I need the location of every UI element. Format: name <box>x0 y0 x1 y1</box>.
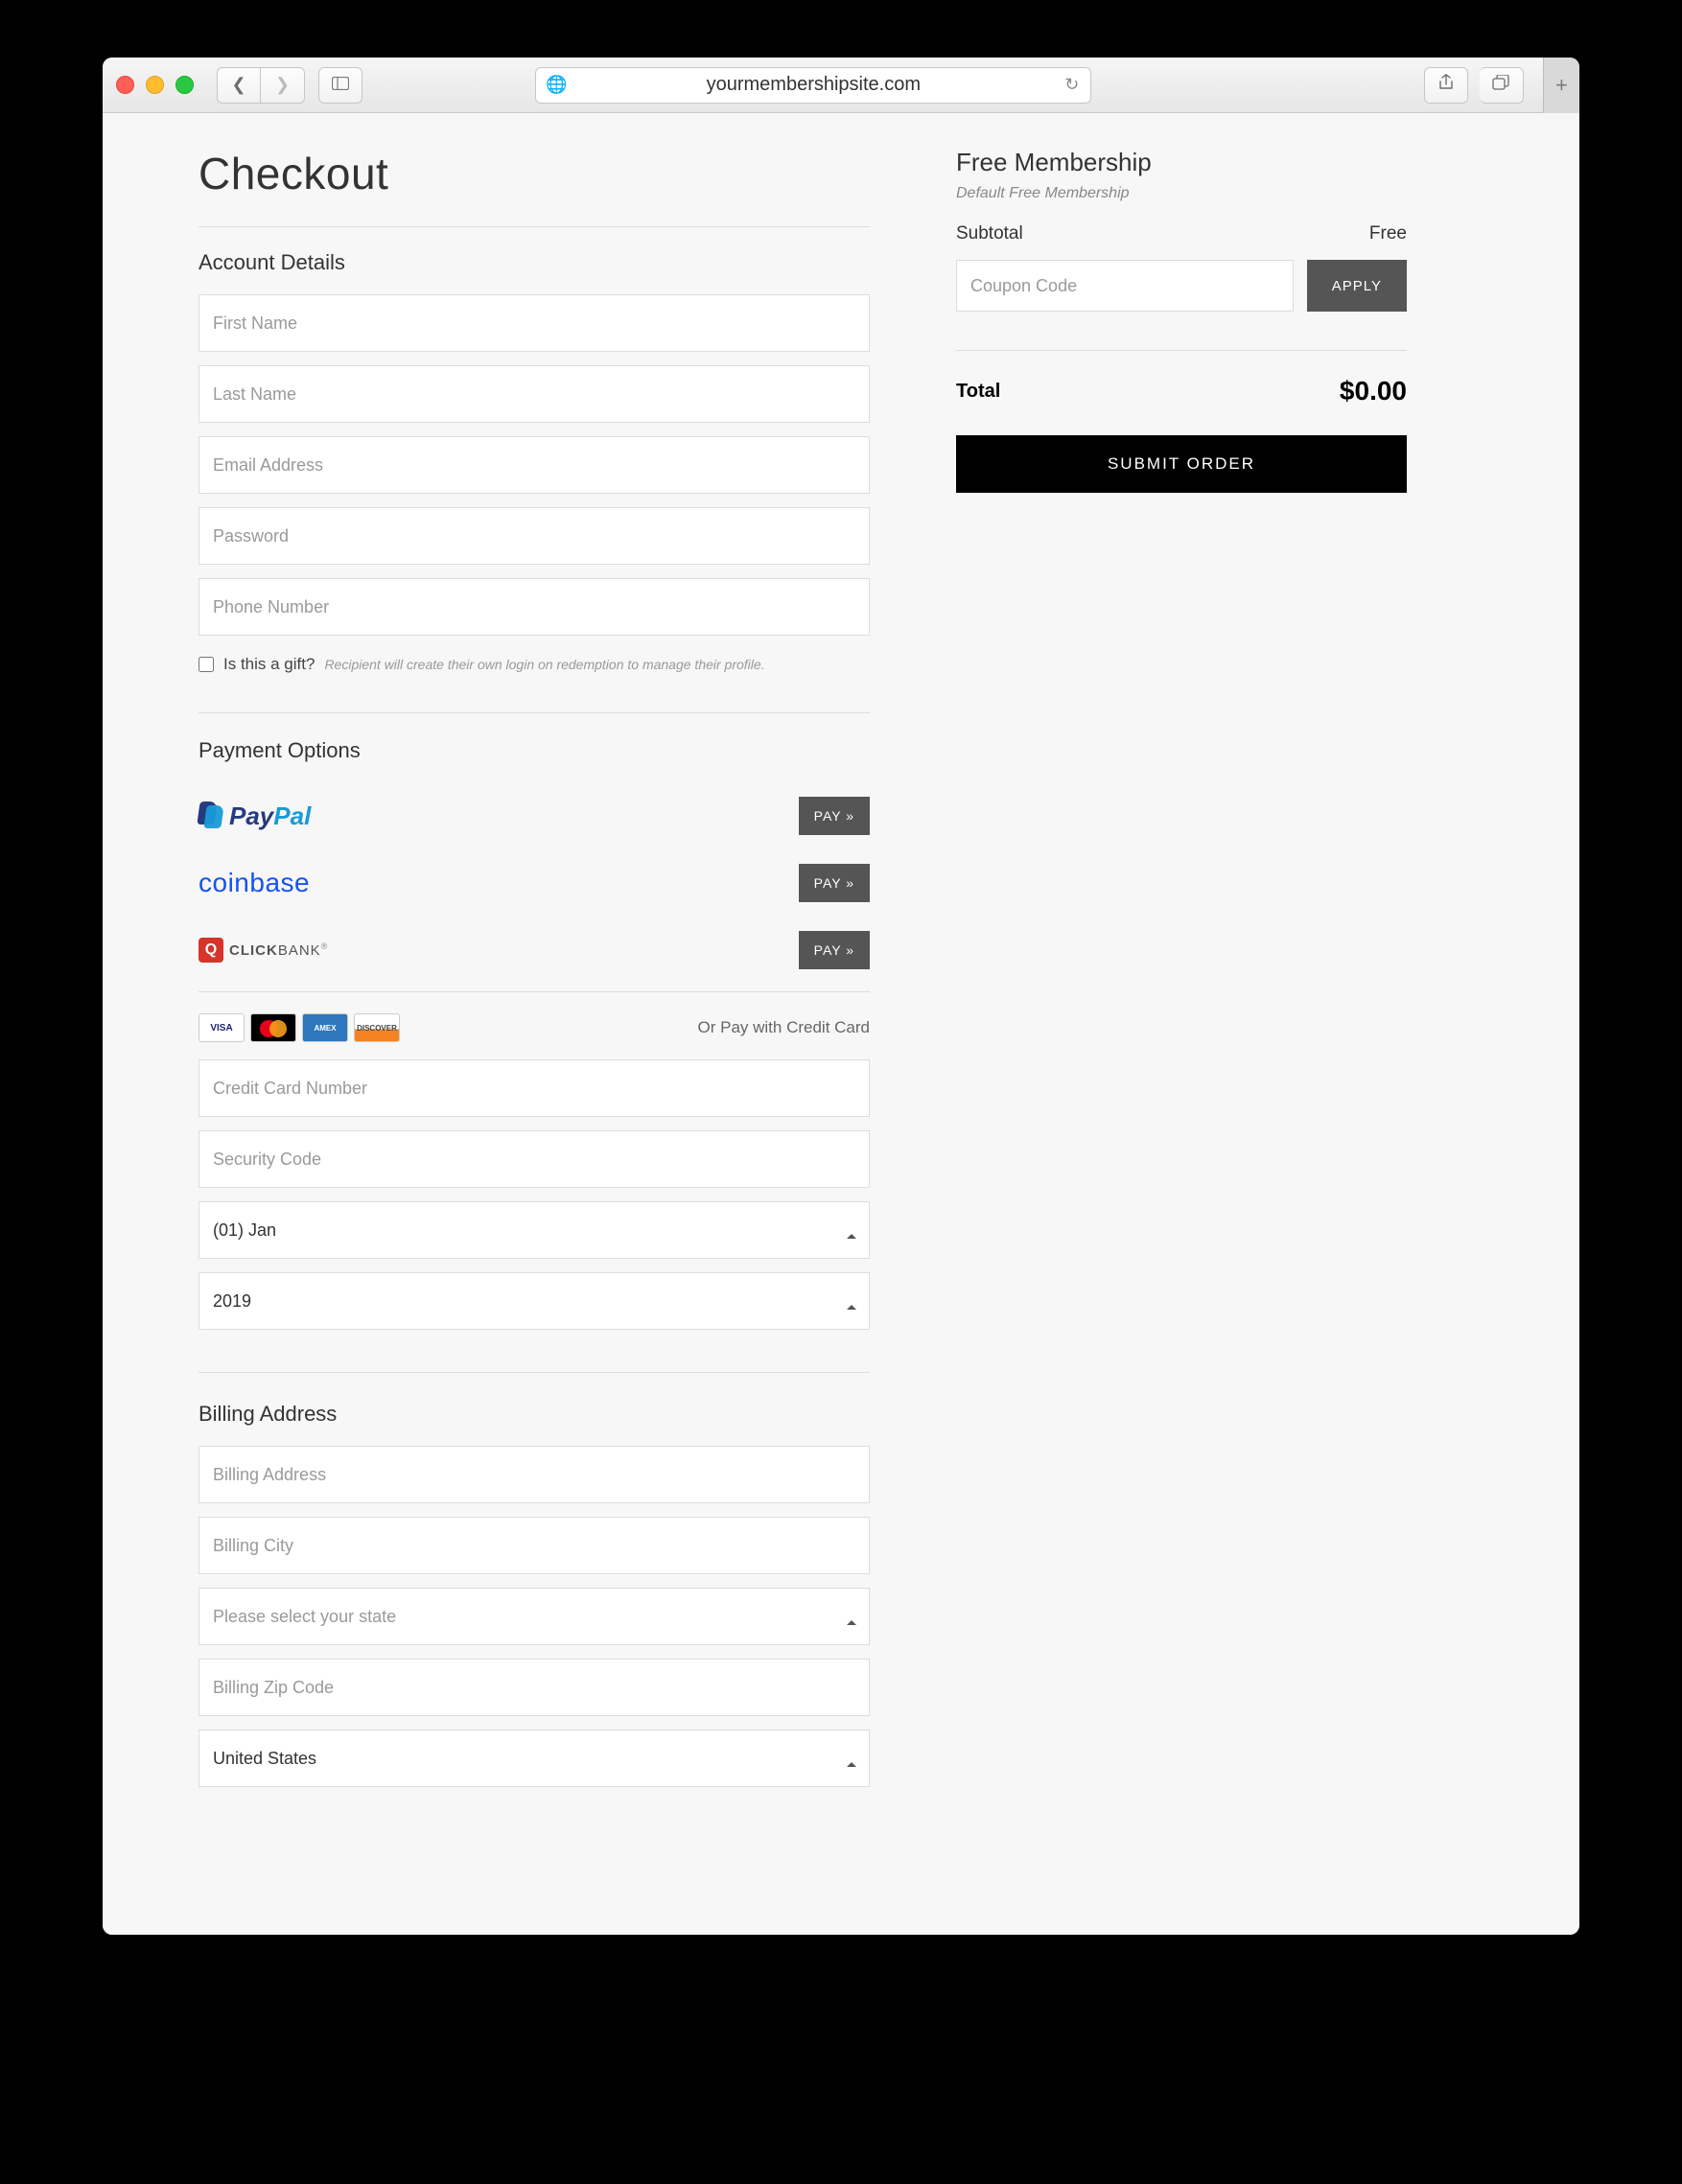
titlebar: ❮ ❯ 🌐 yourmembershipsite.com ↻ <box>103 58 1579 113</box>
browser-window: ❮ ❯ 🌐 yourmembershipsite.com ↻ <box>103 58 1579 1935</box>
close-window-icon[interactable] <box>116 76 134 94</box>
payment-row-coinbase: coinbase PAY » <box>199 849 870 917</box>
credit-card-header: VISA AMEX DISCOVER Or Pay with Credit Ca… <box>199 991 870 1042</box>
tabs-icon <box>1492 75 1509 95</box>
account-heading: Account Details <box>199 250 870 275</box>
cc-label: Or Pay with Credit Card <box>698 1018 871 1037</box>
pay-paypal-button[interactable]: PAY » <box>799 797 870 835</box>
sidebar-toggle-button[interactable] <box>318 67 362 104</box>
reload-icon[interactable]: ↻ <box>1064 75 1079 95</box>
billing-zip-input[interactable] <box>199 1659 870 1716</box>
submit-order-button[interactable]: SUBMIT ORDER <box>956 435 1407 493</box>
checkout-form: Checkout Account Details Is this a gift?… <box>199 148 870 1877</box>
divider <box>199 226 870 227</box>
amex-icon: AMEX <box>302 1013 348 1042</box>
back-button[interactable]: ❮ <box>217 67 261 104</box>
share-button[interactable] <box>1424 67 1468 104</box>
apply-coupon-button[interactable]: APPLY <box>1307 260 1407 312</box>
product-subtitle: Default Free Membership <box>956 185 1407 202</box>
chevron-right-icon: ❯ <box>275 75 290 95</box>
billing-section: Billing Address Please select your state… <box>199 1372 870 1801</box>
payment-row-paypal: PayPal PAY » <box>199 782 870 849</box>
payment-heading: Payment Options <box>199 738 870 763</box>
total-row: Total $0.00 <box>956 350 1407 407</box>
chevron-left-icon: ❮ <box>231 75 245 95</box>
subtotal-value: Free <box>1369 223 1407 244</box>
card-number-input[interactable] <box>199 1059 870 1117</box>
security-code-input[interactable] <box>199 1130 870 1188</box>
coupon-input[interactable] <box>956 260 1294 312</box>
minimize-window-icon[interactable] <box>146 76 164 94</box>
coinbase-logo: coinbase <box>199 868 310 898</box>
share-icon <box>1438 74 1454 96</box>
paypal-logo: PayPal <box>199 802 311 831</box>
first-name-input[interactable] <box>199 294 870 352</box>
expiry-month-select[interactable]: (01) Jan <box>199 1201 870 1259</box>
clickbank-logo: Q CLICKBANK® <box>199 938 328 963</box>
billing-address-input[interactable] <box>199 1446 870 1503</box>
plus-icon: + <box>1555 73 1568 98</box>
billing-state-select[interactable]: Please select your state <box>199 1588 870 1645</box>
mastercard-icon <box>250 1013 296 1042</box>
subtotal-row: Subtotal Free <box>956 223 1407 244</box>
clickbank-icon: Q <box>199 938 223 963</box>
forward-button[interactable]: ❯ <box>261 67 305 104</box>
card-icons: VISA AMEX DISCOVER <box>199 1013 400 1042</box>
total-value: $0.00 <box>1340 376 1407 407</box>
address-bar[interactable]: 🌐 yourmembershipsite.com ↻ <box>535 67 1091 104</box>
visa-icon: VISA <box>199 1013 245 1042</box>
product-title: Free Membership <box>956 148 1407 177</box>
gift-label: Is this a gift? <box>223 655 315 674</box>
order-summary: Free Membership Default Free Membership … <box>956 148 1407 1877</box>
pay-clickbank-button[interactable]: PAY » <box>799 931 870 969</box>
pay-coinbase-button[interactable]: PAY » <box>799 864 870 902</box>
payment-section: Payment Options PayPal PAY » coinbase PA… <box>199 712 870 1343</box>
globe-icon: 🌐 <box>546 75 567 95</box>
page-content: Checkout Account Details Is this a gift?… <box>103 113 1579 1935</box>
expiry-year-select[interactable]: 2019 <box>199 1272 870 1330</box>
new-tab-button[interactable]: + <box>1543 58 1579 113</box>
billing-city-input[interactable] <box>199 1517 870 1574</box>
url-text: yourmembershipsite.com <box>707 74 921 96</box>
gift-hint: Recipient will create their own login on… <box>324 657 764 672</box>
coupon-row: APPLY <box>956 260 1407 312</box>
last-name-input[interactable] <box>199 365 870 423</box>
maximize-window-icon[interactable] <box>175 76 194 94</box>
gift-checkbox[interactable] <box>199 657 214 672</box>
password-input[interactable] <box>199 507 870 565</box>
total-label: Total <box>956 381 1000 403</box>
tabs-button[interactable] <box>1480 67 1524 104</box>
billing-country-select[interactable]: United States <box>199 1730 870 1787</box>
payment-row-clickbank: Q CLICKBANK® PAY » <box>199 917 870 984</box>
email-input[interactable] <box>199 436 870 494</box>
nav-buttons: ❮ ❯ <box>217 67 305 104</box>
page-title: Checkout <box>199 148 870 199</box>
phone-input[interactable] <box>199 578 870 636</box>
sidebar-icon <box>332 75 349 95</box>
discover-icon: DISCOVER <box>354 1013 400 1042</box>
subtotal-label: Subtotal <box>956 223 1023 244</box>
billing-heading: Billing Address <box>199 1402 870 1427</box>
window-controls <box>116 76 194 94</box>
gift-row: Is this a gift? Recipient will create th… <box>199 655 870 674</box>
